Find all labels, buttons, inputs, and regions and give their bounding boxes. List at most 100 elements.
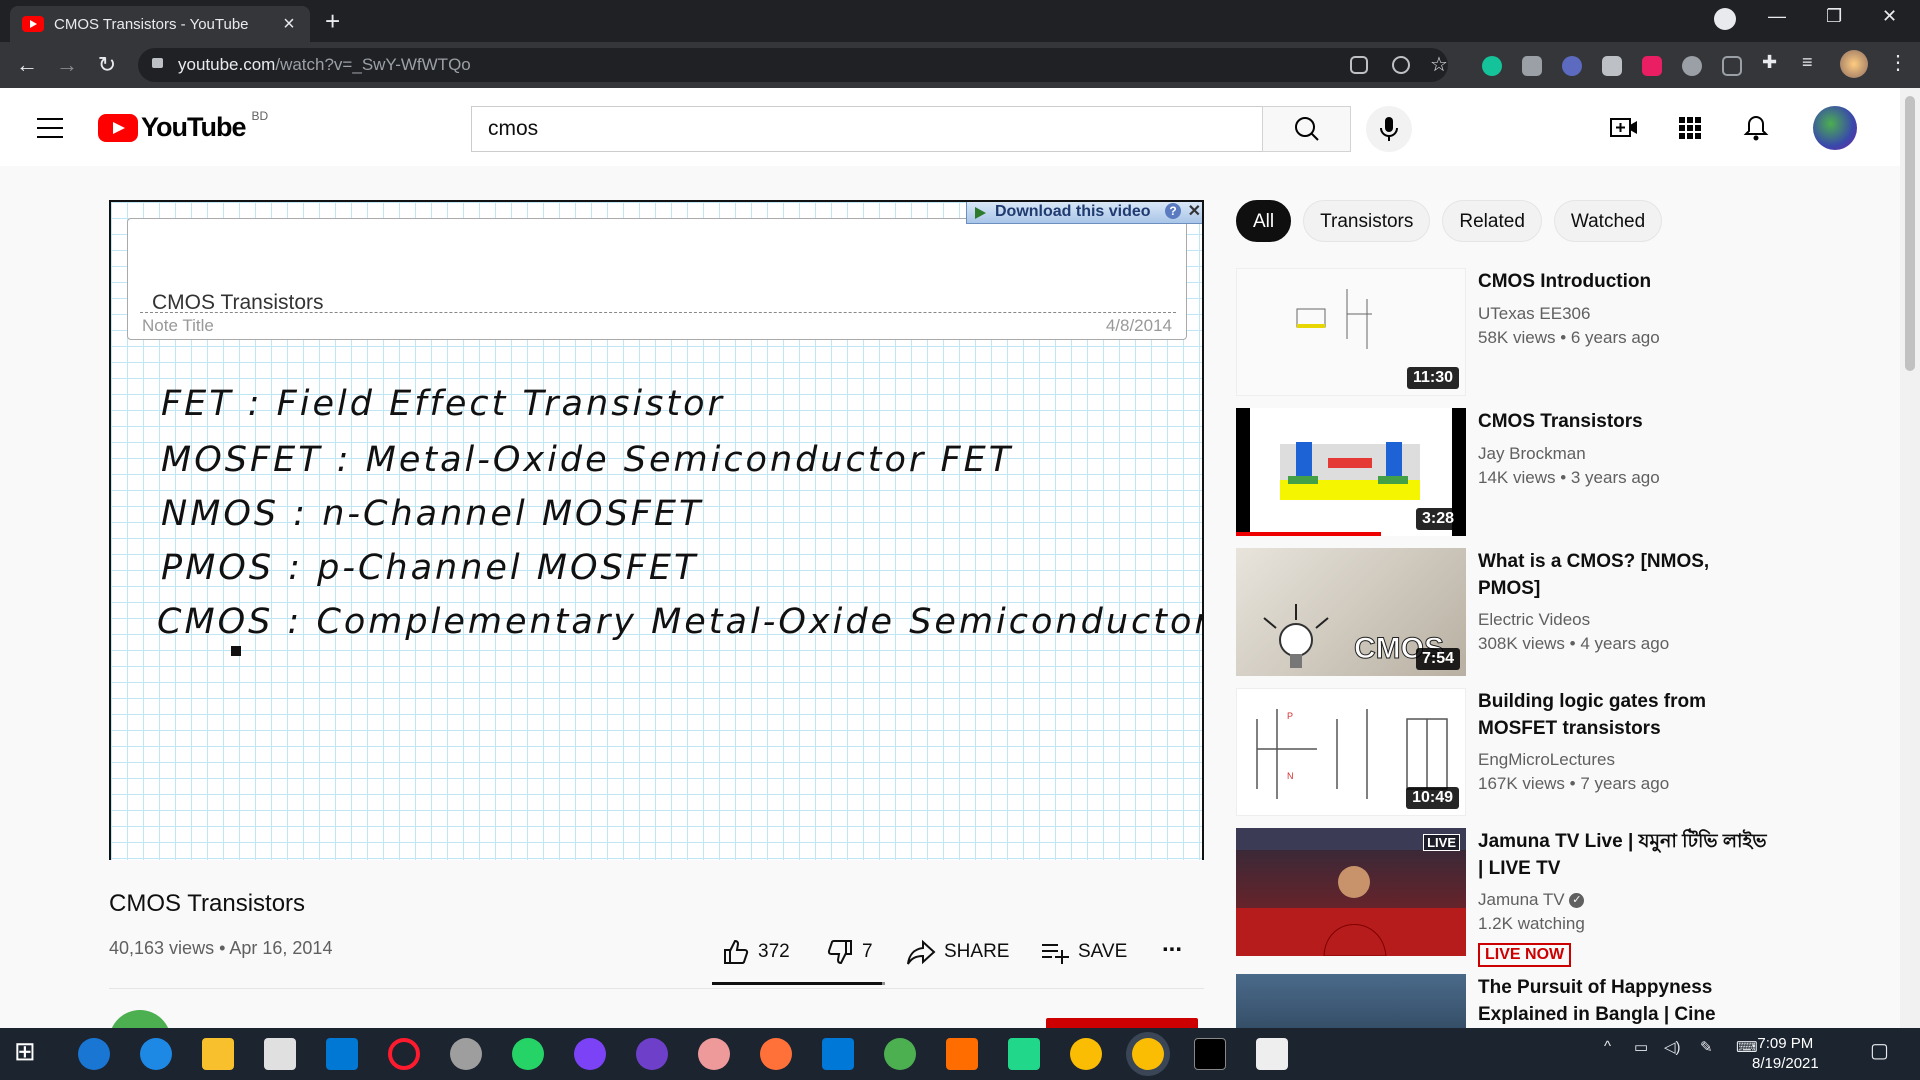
pycharm-icon[interactable] (1008, 1038, 1040, 1070)
puzzle-icon[interactable]: ✚ (1762, 52, 1782, 72)
help-icon[interactable]: ? (1165, 203, 1181, 219)
video-thumbnail[interactable] (1236, 974, 1466, 1028)
channel-name[interactable]: EngMicroLectures (1478, 750, 1615, 770)
apps-grid-icon[interactable] (1676, 116, 1704, 140)
recommendation-item[interactable]: The Pursuit of Happyness Explained in Ba… (1236, 974, 1716, 1028)
recommendation-title[interactable]: Building logic gates from MOSFET transis… (1478, 688, 1768, 742)
channel-name[interactable]: Electric Videos (1478, 610, 1590, 630)
close-icon[interactable]: ✕ (1188, 202, 1201, 223)
chip-transistors[interactable]: Transistors (1303, 200, 1431, 242)
chrome-menu-icon[interactable]: ⋮ (1888, 50, 1908, 74)
video-thumbnail[interactable]: LIVE (1236, 828, 1466, 956)
pen-icon[interactable]: ✎ (1700, 1038, 1713, 1056)
recommendation-item[interactable]: 11:30 CMOS Introduction UTexas EE306 58K… (1236, 268, 1716, 396)
recommendation-title[interactable]: Jamuna TV Live | যমুনা টিভি লাইভ | LIVE … (1478, 828, 1768, 882)
more-actions-button[interactable]: ... (1162, 930, 1182, 958)
start-windows-icon[interactable]: ⊞ (14, 1036, 46, 1068)
menu-icon[interactable] (37, 118, 63, 145)
channel-name[interactable]: Jamuna TV ✓ (1478, 890, 1585, 910)
bookmark-star-icon[interactable]: ☆ (1430, 52, 1450, 76)
chrome-icon[interactable] (1070, 1038, 1102, 1070)
download-video-button[interactable]: Download this video ? ✕ (966, 202, 1202, 224)
chip-all[interactable]: All (1236, 200, 1292, 242)
volume-icon[interactable]: ◁) (1664, 1038, 1681, 1056)
address-bar[interactable]: youtube.com/watch?v=_SwY-WfWTQo (138, 48, 1448, 82)
terminal-icon[interactable] (1194, 1038, 1226, 1070)
vscode-icon[interactable] (822, 1038, 854, 1070)
minimize-icon[interactable]: — (1768, 6, 1786, 27)
recommendation-item[interactable]: PN 10:49 Building logic gates from MOSFE… (1236, 688, 1716, 816)
new-tab-icon[interactable]: + (325, 6, 340, 37)
search-input[interactable]: cmos (471, 106, 1263, 152)
network-icon[interactable]: ▭ (1634, 1038, 1648, 1056)
recommendation-title[interactable]: CMOS Introduction (1478, 268, 1768, 295)
app-icon[interactable] (884, 1038, 916, 1070)
tab-title: CMOS Transistors - YouTube (54, 15, 249, 33)
user-avatar[interactable] (1813, 106, 1857, 150)
recommendation-item[interactable]: LIVE Jamuna TV Live | যমুনা টিভি লাইভ | … (1236, 828, 1767, 967)
extension-icon[interactable] (1602, 56, 1622, 76)
app-icon[interactable] (1256, 1038, 1288, 1070)
mail-icon[interactable] (326, 1038, 358, 1070)
recommendation-title[interactable]: What is a CMOS? [NMOS, PMOS] (1478, 548, 1768, 602)
tab-search-icon[interactable] (1714, 8, 1736, 30)
channel-name[interactable]: UTexas EE306 (1478, 304, 1590, 324)
restore-icon[interactable]: ❐ (1826, 6, 1842, 27)
tray-overflow-icon[interactable]: ^ (1604, 1038, 1611, 1055)
zoom-icon[interactable] (1392, 56, 1410, 74)
firefox-icon[interactable] (760, 1038, 792, 1070)
browser-tab[interactable]: CMOS Transistors - YouTube × (10, 6, 310, 42)
video-player[interactable]: CMOS Transistors Note Title 4/8/2014 Dow… (109, 200, 1204, 860)
recommendation-item[interactable]: CMOS 7:54 What is a CMOS? [NMOS, PMOS] E… (1236, 548, 1716, 676)
video-thumbnail[interactable]: 11:30 (1236, 268, 1466, 396)
reload-icon[interactable]: ↻ (92, 52, 122, 78)
forward-icon[interactable]: → (52, 52, 82, 78)
app-icon[interactable] (450, 1038, 482, 1070)
messenger-icon[interactable] (574, 1038, 606, 1070)
save-button[interactable]: SAVE (1040, 938, 1127, 966)
page-scrollbar[interactable] (1900, 88, 1920, 1028)
video-thumbnail[interactable]: CMOS 7:54 (1236, 548, 1466, 676)
scrollbar-thumb[interactable] (1905, 96, 1915, 371)
profile-avatar[interactable] (1840, 50, 1868, 78)
chrome-active-icon[interactable] (1132, 1038, 1164, 1070)
close-window-icon[interactable]: ✕ (1882, 6, 1897, 27)
notifications-bell-icon[interactable] (1742, 114, 1770, 142)
notifications-icon[interactable]: ▢ (1870, 1038, 1889, 1063)
edge-icon[interactable] (140, 1038, 172, 1070)
whatsapp-icon[interactable] (512, 1038, 544, 1070)
play-extension-icon[interactable] (1642, 56, 1662, 76)
recommendation-title[interactable]: The Pursuit of Happyness Explained in Ba… (1478, 974, 1716, 1028)
back-icon[interactable]: ← (12, 52, 42, 78)
recommendation-title[interactable]: CMOS Transistors (1478, 408, 1768, 435)
store-icon[interactable] (264, 1038, 296, 1070)
grammarly-icon[interactable] (1482, 56, 1502, 76)
reading-list-icon[interactable]: ≡ (1802, 52, 1822, 72)
system-clock[interactable]: 7:09 PM 8/19/2021 (1752, 1034, 1819, 1074)
app-icon[interactable] (946, 1038, 978, 1070)
extension-icon[interactable] (1722, 56, 1742, 76)
extension-icon[interactable] (1562, 56, 1582, 76)
channel-name[interactable]: Jay Brockman (1478, 444, 1586, 464)
like-button[interactable]: 372 (722, 938, 790, 966)
camera-extension-icon[interactable] (1522, 56, 1542, 76)
voice-search-button[interactable] (1366, 106, 1412, 152)
file-explorer-icon[interactable] (202, 1038, 234, 1070)
create-video-icon[interactable] (1610, 116, 1638, 140)
download-extension-icon[interactable] (1682, 56, 1702, 76)
paint-icon[interactable] (698, 1038, 730, 1070)
dislike-button[interactable]: 7 (826, 938, 873, 966)
github-desktop-icon[interactable] (636, 1038, 668, 1070)
search-button[interactable] (1262, 106, 1351, 152)
video-thumbnail[interactable]: P N 10:49 (1236, 688, 1466, 816)
share-button[interactable]: SHARE (906, 938, 1009, 966)
chip-watched[interactable]: Watched (1553, 200, 1663, 242)
chip-related[interactable]: Related (1442, 200, 1542, 242)
recommendation-item[interactable]: 3:28 CMOS Transistors Jay Brockman 14K v… (1236, 408, 1716, 536)
qbittorrent-icon[interactable] (78, 1038, 110, 1070)
youtube-logo[interactable]: YouTube BD (98, 109, 268, 143)
install-icon[interactable] (1350, 56, 1368, 74)
video-thumbnail[interactable]: 3:28 (1236, 408, 1466, 536)
close-tab-icon[interactable]: × (280, 13, 298, 36)
opera-icon[interactable] (388, 1038, 420, 1070)
